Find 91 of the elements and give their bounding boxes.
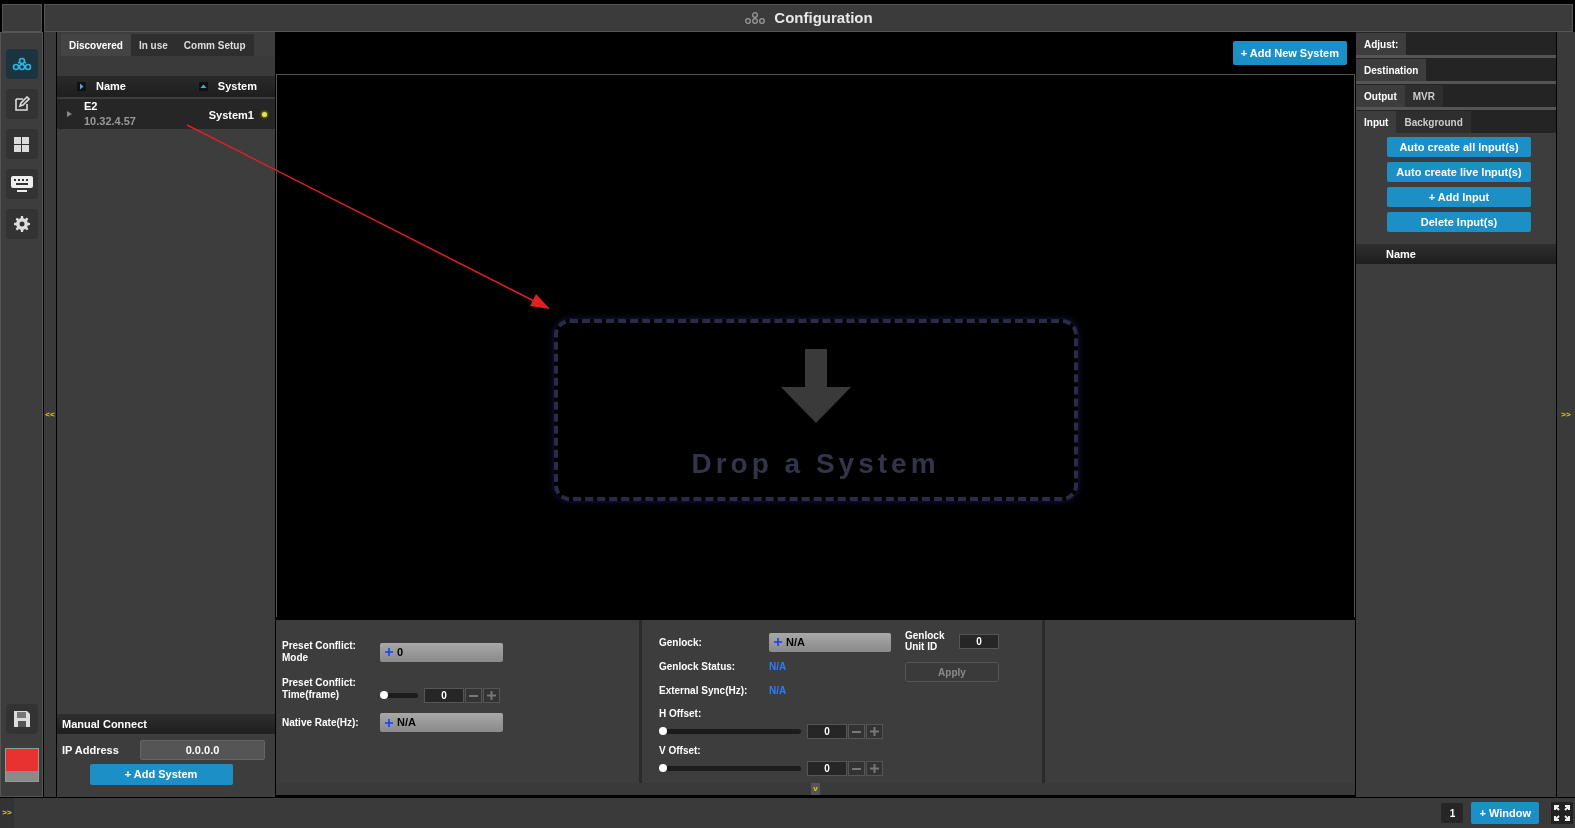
action-button[interactable]: Delete Input(s) [1387, 212, 1531, 232]
fullscreen-icon [1554, 805, 1570, 821]
edit-icon [13, 96, 30, 112]
tab[interactable]: Destination [1356, 59, 1427, 81]
save-button[interactable] [5, 704, 38, 734]
expand-icon[interactable] [67, 111, 72, 117]
section-title: Manual Connect [62, 716, 147, 732]
keyboard-icon [10, 176, 33, 192]
field-label: Genlock: [659, 635, 703, 650]
minus-icon [852, 767, 861, 770]
increment-button[interactable] [866, 724, 883, 739]
plus-icon [870, 764, 879, 773]
slider-track[interactable] [659, 729, 801, 734]
slider-thumb[interactable] [659, 727, 667, 735]
slider-track[interactable] [380, 693, 418, 698]
increment-button[interactable] [866, 761, 883, 776]
tab[interactable]: In use [130, 34, 176, 56]
number-field[interactable]: 0 [959, 633, 999, 649]
field-label: Genlock Status: [659, 659, 737, 674]
down-arrow-icon [780, 349, 851, 423]
collapse-button[interactable]: v [811, 783, 820, 795]
plus-icon [487, 691, 496, 700]
field-label: H Offset: [659, 707, 703, 721]
increment-button[interactable] [483, 688, 500, 703]
window-title: Configuration [774, 7, 873, 28]
decrement-button[interactable] [465, 688, 482, 703]
nav-button[interactable] [5, 89, 38, 119]
network-icon [744, 12, 767, 24]
dropdown[interactable]: N/A [380, 713, 503, 732]
field-label: Preset Conflict: Time(frame) [282, 676, 357, 701]
column-header[interactable]: Name [96, 78, 126, 95]
decrement-button[interactable] [848, 724, 865, 739]
input-field[interactable]: 0.0.0.0 [140, 740, 265, 760]
nav-button[interactable] [5, 129, 38, 159]
column-header[interactable]: Name [1386, 245, 1416, 263]
add-window-button[interactable]: + Window [1471, 802, 1539, 824]
tab[interactable]: Comm Setup [175, 34, 254, 56]
system-name: E2 [84, 99, 99, 114]
plus-icon [385, 648, 393, 656]
tab[interactable]: Background [1396, 111, 1471, 133]
collapse-button[interactable]: >> [1561, 410, 1571, 419]
plus-icon [870, 727, 879, 736]
action-button[interactable]: + Add Input [1387, 187, 1531, 207]
drop-label: Drop a System [691, 447, 940, 481]
network-icon [11, 57, 32, 71]
slider-thumb[interactable] [380, 691, 388, 699]
number-field[interactable]: 0 [424, 688, 464, 703]
plus-icon [385, 718, 393, 727]
field-label: External Sync(Hz): [659, 683, 749, 698]
tab[interactable]: Adjust: [1356, 33, 1407, 55]
action-button[interactable]: Auto create live Input(s) [1387, 162, 1531, 182]
number-field[interactable]: 0 [807, 724, 847, 739]
ip-address: 10.32.4.57 [84, 114, 137, 129]
field-label: Native Rate(Hz): [282, 716, 360, 729]
nav-button[interactable] [5, 209, 38, 239]
field-label: V Offset: [659, 744, 702, 758]
decrement-button[interactable] [848, 761, 865, 776]
minus-icon [852, 730, 861, 733]
table-row[interactable]: E2 10.32.4.57 System1 [57, 99, 275, 129]
dropdown[interactable]: 0 [380, 642, 503, 662]
sort-icon [198, 82, 208, 91]
tab[interactable]: MVR [1404, 85, 1443, 107]
status-value: N/A [769, 683, 787, 698]
dropdown[interactable]: N/A [769, 632, 891, 652]
number-field[interactable]: 0 [807, 761, 847, 776]
sort-icon [77, 82, 86, 91]
nav-button[interactable] [5, 49, 38, 79]
tab[interactable]: Discovered [61, 34, 131, 56]
nav-button[interactable] [5, 169, 38, 199]
grid-icon [14, 136, 29, 152]
status-value: N/A [769, 659, 787, 674]
field-label: Genlock Unit ID [905, 630, 946, 652]
slider-thumb[interactable] [659, 764, 667, 772]
system-label: System1 [208, 107, 254, 123]
add-new-system-button[interactable]: + Add New System [1232, 41, 1347, 65]
field-label: IP Address [62, 742, 120, 758]
tab[interactable]: Output [1356, 85, 1405, 107]
add-system-button[interactable]: + Add System [89, 764, 233, 785]
collapse-button[interactable]: << [45, 410, 55, 419]
collapse-button[interactable]: >> [2, 809, 12, 817]
action-button[interactable]: Auto create all Input(s) [1387, 137, 1531, 157]
field-label: Preset Conflict: Mode [282, 640, 357, 664]
tab[interactable]: Input [1356, 111, 1397, 133]
plus-icon [774, 638, 782, 646]
column-header[interactable]: System [217, 78, 257, 95]
page-number: 1 [1441, 803, 1464, 823]
fullscreen-button[interactable] [1551, 802, 1573, 824]
slider-track[interactable] [659, 766, 801, 771]
logo-icon [4, 748, 39, 782]
minus-icon [469, 694, 478, 697]
settings-icon [13, 216, 30, 232]
